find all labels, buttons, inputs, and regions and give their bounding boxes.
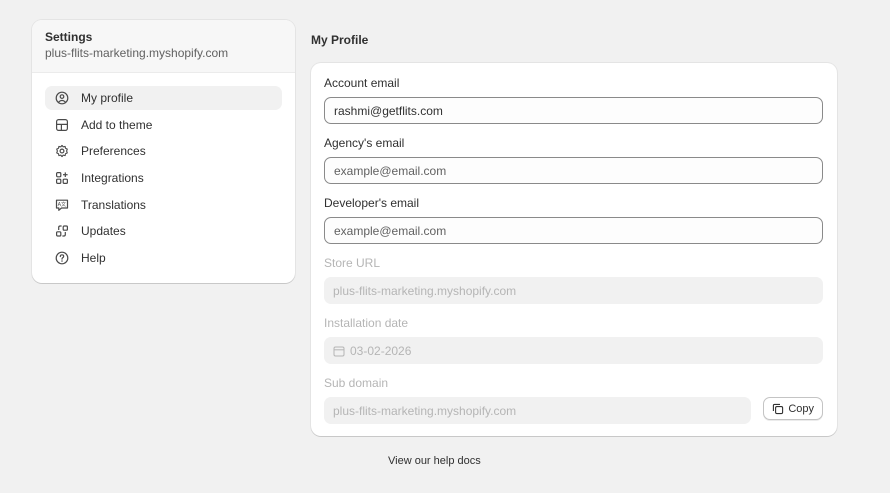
developer-email-label: Developer's email — [324, 196, 419, 210]
agency-email-label: Agency's email — [324, 136, 405, 150]
sub-domain-field: Sub domain plus-flits-marketing.myshopif… — [324, 376, 823, 424]
copy-icon — [773, 403, 784, 414]
gear-icon — [55, 144, 69, 158]
developer-email-input[interactable]: example@email.com — [324, 217, 823, 244]
agency-email-input[interactable]: example@email.com — [324, 157, 823, 184]
sidebar-item-label: Translations — [81, 197, 146, 212]
sidebar-item-my-profile[interactable]: My profile — [45, 86, 282, 110]
sidebar-item-help[interactable]: Help — [45, 246, 282, 270]
installation-date-input: 03-02-2026 — [324, 337, 823, 364]
calendar-icon — [333, 345, 345, 357]
translate-icon: A文 — [55, 198, 69, 212]
sidebar-title: Settings — [45, 30, 93, 44]
profile-icon — [55, 91, 69, 105]
help-docs-link[interactable]: View our help docs — [388, 455, 481, 467]
copy-label: Copy — [788, 402, 814, 415]
sidebar-item-integrations[interactable]: Integrations — [45, 166, 282, 190]
installation-date-label: Installation date — [324, 316, 409, 330]
installation-date-value: 03-02-2026 — [350, 343, 412, 358]
svg-text:A文: A文 — [58, 201, 66, 208]
updates-icon — [55, 224, 69, 238]
sidebar-item-preferences[interactable]: Preferences — [45, 139, 282, 163]
copy-button[interactable]: Copy — [763, 397, 823, 420]
sidebar-item-label: Add to theme — [81, 117, 153, 132]
sidebar-item-translations[interactable]: A文 Translations — [45, 193, 282, 217]
sidebar-item-label: Preferences — [81, 144, 146, 159]
sidebar-item-label: My profile — [81, 91, 134, 105]
page-title: My Profile — [311, 33, 369, 47]
settings-sidebar: Settings plus-flits-marketing.myshopify.… — [32, 20, 295, 283]
installation-date-field: Installation date 03-02-2026 — [324, 316, 823, 364]
sidebar-header: Settings plus-flits-marketing.myshopify.… — [32, 20, 295, 73]
help-icon — [55, 251, 69, 265]
apps-icon — [55, 171, 69, 185]
developer-email-field: Developer's email example@email.com — [324, 196, 823, 244]
theme-icon — [55, 118, 69, 132]
profile-card: Account email rashmi@getflits.com Agency… — [311, 63, 837, 436]
sub-domain-label: Sub domain — [324, 376, 389, 390]
store-url-label: Store URL — [324, 256, 381, 270]
sidebar-item-label: Help — [81, 251, 106, 266]
account-email-label: Account email — [324, 76, 400, 90]
store-url-input: plus-flits-marketing.myshopify.com — [324, 277, 823, 304]
store-domain: plus-flits-marketing.myshopify.com — [45, 46, 229, 60]
sidebar-item-add-to-theme[interactable]: Add to theme — [45, 113, 282, 137]
sidebar-item-label: Updates — [81, 224, 126, 239]
sidebar-nav: My profile Add to theme Preferences Inte… — [32, 73, 295, 270]
account-email-field: Account email rashmi@getflits.com — [324, 76, 823, 124]
account-email-input[interactable]: rashmi@getflits.com — [324, 97, 823, 124]
sidebar-item-updates[interactable]: Updates — [45, 219, 282, 243]
store-url-field: Store URL plus-flits-marketing.myshopify… — [324, 256, 823, 304]
sub-domain-input: plus-flits-marketing.myshopify.com — [324, 397, 751, 424]
sidebar-item-label: Integrations — [81, 171, 144, 186]
agency-email-field: Agency's email example@email.com — [324, 136, 823, 184]
